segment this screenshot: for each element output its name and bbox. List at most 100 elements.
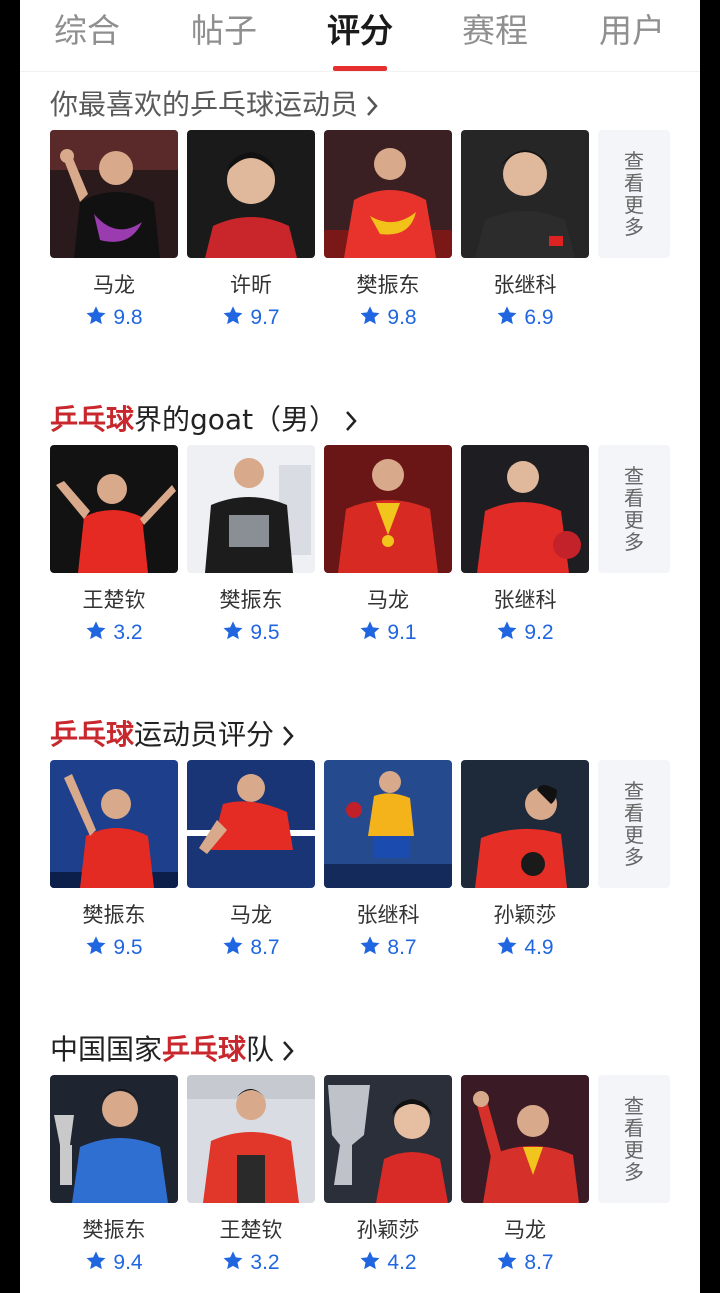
player-name: 张继科	[493, 273, 557, 297]
player-rating: 8.7	[324, 934, 452, 965]
tab-overview[interactable]: 综合	[32, 8, 142, 58]
player-photo	[461, 1075, 589, 1203]
star-icon	[222, 1250, 244, 1280]
player-name: 王楚钦	[219, 1218, 283, 1242]
player-card[interactable]: 樊振东 9.4	[50, 1075, 178, 1280]
player-name: 王楚钦	[82, 588, 146, 612]
view-more-button[interactable]: 查看更多	[598, 1075, 670, 1203]
player-card[interactable]: 孙颖莎 4.9	[461, 760, 589, 965]
player-name: 张继科	[356, 903, 420, 927]
chevron-right-icon	[280, 1039, 296, 1063]
rating-value: 9.5	[250, 621, 280, 644]
star-icon	[222, 620, 244, 650]
player-rating: 9.4	[50, 1249, 178, 1280]
player-card[interactable]: 樊振东 9.5	[187, 445, 315, 650]
player-rating: 9.5	[50, 934, 178, 965]
rating-value: 9.8	[113, 306, 143, 329]
player-card[interactable]: 樊振东 9.5	[50, 760, 178, 965]
player-card[interactable]: 孙颖莎 4.2	[324, 1075, 452, 1280]
player-photo	[187, 130, 315, 258]
player-rating: 9.5	[187, 619, 315, 650]
player-card[interactable]: 张继科 9.2	[461, 445, 589, 650]
player-card[interactable]: 张继科 8.7	[324, 760, 452, 965]
player-photo	[324, 130, 452, 258]
player-photo	[324, 445, 452, 573]
player-card[interactable]: 马龙 8.7	[187, 760, 315, 965]
section-title-text: 中国国家	[50, 1033, 163, 1066]
player-rating: 9.8	[50, 304, 178, 335]
player-rating: 6.9	[461, 304, 589, 335]
tab-bar: 综合 帖子 评分 赛程 用户	[20, 0, 700, 72]
section-title-highlight: 乒乓球	[50, 718, 135, 751]
divider	[20, 71, 700, 72]
star-icon	[222, 305, 244, 335]
star-icon	[496, 1250, 518, 1280]
player-rating: 3.2	[187, 1249, 315, 1280]
star-icon	[359, 305, 381, 335]
view-more-label: 查看更多	[624, 149, 644, 239]
view-more-label: 查看更多	[624, 779, 644, 869]
player-card[interactable]: 马龙 9.1	[324, 445, 452, 650]
player-rating: 8.7	[187, 934, 315, 965]
section-title[interactable]: 乒乓球运动员评分	[50, 715, 296, 755]
player-photo	[50, 445, 178, 573]
player-name: 马龙	[504, 1218, 546, 1242]
section-title[interactable]: 你最喜欢的乒乓球运动员	[50, 85, 380, 125]
rating-value: 4.9	[524, 936, 554, 959]
rating-value: 3.2	[113, 621, 143, 644]
player-photo	[461, 130, 589, 258]
tab-ratings[interactable]: 评分	[305, 8, 415, 58]
player-rating: 8.7	[461, 1249, 589, 1280]
player-photo	[187, 760, 315, 888]
rating-value: 8.7	[250, 936, 280, 959]
rating-value: 3.2	[250, 1251, 280, 1274]
star-icon	[85, 620, 107, 650]
player-card[interactable]: 张继科 6.9	[461, 130, 589, 335]
player-name: 孙颖莎	[356, 1218, 420, 1242]
player-card[interactable]: 马龙 9.8	[50, 130, 178, 335]
rating-value: 9.2	[524, 621, 554, 644]
section-title[interactable]: 中国国家乒乓球队	[50, 1030, 296, 1070]
player-rating: 4.2	[324, 1249, 452, 1280]
player-card[interactable]: 王楚钦 3.2	[187, 1075, 315, 1280]
rating-value: 9.5	[113, 936, 143, 959]
tab-schedule[interactable]: 赛程	[440, 8, 550, 58]
player-photo	[50, 1075, 178, 1203]
player-name: 马龙	[367, 588, 409, 612]
chevron-right-icon	[280, 724, 296, 748]
section-title-highlight: 乒乓球	[162, 1033, 247, 1066]
chevron-right-icon	[364, 94, 380, 118]
rating-value: 8.7	[524, 1251, 554, 1274]
rating-value: 9.1	[387, 621, 417, 644]
section-title[interactable]: 乒乓球界的goat（男）	[50, 400, 359, 440]
tab-posts[interactable]: 帖子	[169, 8, 279, 58]
player-photo	[187, 1075, 315, 1203]
tab-users[interactable]: 用户	[577, 8, 687, 58]
view-more-button[interactable]: 查看更多	[598, 760, 670, 888]
player-rating: 9.1	[324, 619, 452, 650]
section-title-text: 运动员评分	[134, 718, 275, 751]
player-name: 张继科	[493, 588, 557, 612]
player-card[interactable]: 王楚钦 3.2	[50, 445, 178, 650]
view-more-label: 查看更多	[624, 464, 644, 554]
player-rating: 3.2	[50, 619, 178, 650]
star-icon	[496, 935, 518, 965]
player-rating: 9.8	[324, 304, 452, 335]
rating-value: 4.2	[387, 1251, 417, 1274]
section-player-ratings: 乒乓球运动员评分 樊振东 9.5 马龙 8.7 张继科 8.7 孙颖莎 4.9 …	[20, 715, 700, 959]
rating-value: 8.7	[387, 936, 417, 959]
player-card[interactable]: 许昕 9.7	[187, 130, 315, 335]
star-icon	[496, 620, 518, 650]
view-more-label: 查看更多	[624, 1094, 644, 1184]
player-card[interactable]: 樊振东 9.8	[324, 130, 452, 335]
chevron-right-icon	[343, 409, 359, 433]
view-more-button[interactable]: 查看更多	[598, 445, 670, 573]
player-card[interactable]: 马龙 8.7	[461, 1075, 589, 1280]
rating-value: 9.7	[250, 306, 280, 329]
rating-value: 9.8	[387, 306, 417, 329]
rating-value: 6.9	[524, 306, 554, 329]
view-more-button[interactable]: 查看更多	[598, 130, 670, 258]
star-icon	[496, 305, 518, 335]
player-photo	[50, 760, 178, 888]
star-icon	[85, 1250, 107, 1280]
